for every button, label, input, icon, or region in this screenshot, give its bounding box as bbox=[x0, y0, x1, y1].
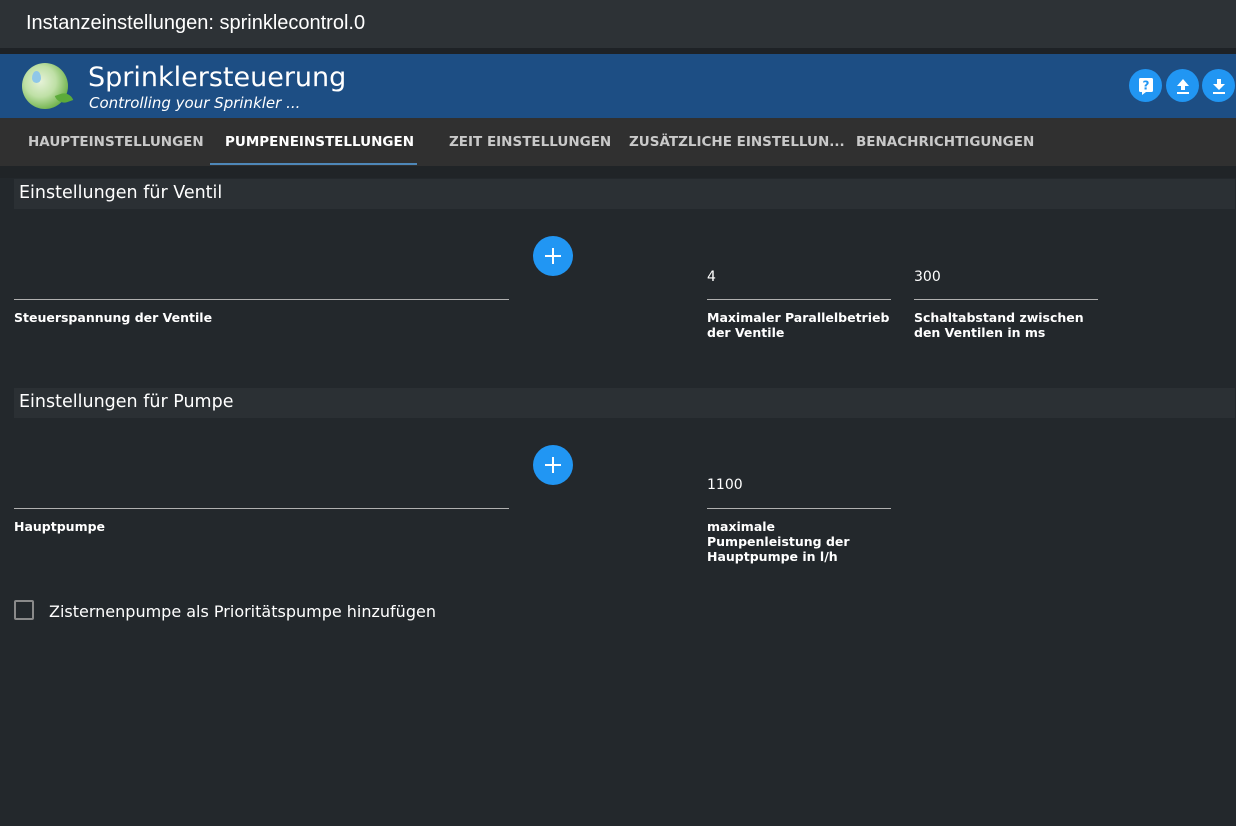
active-tab-indicator bbox=[210, 163, 417, 165]
tab-pumpeneinstellungen[interactable]: PUMPENEINSTELLUNGEN bbox=[225, 118, 414, 166]
main-pump-label: Hauptpumpe bbox=[14, 519, 106, 534]
section-title: Einstellungen für Pumpe bbox=[19, 392, 234, 412]
switch-interval-input[interactable]: 300 bbox=[914, 269, 941, 285]
add-control-voltage-button[interactable] bbox=[533, 236, 573, 276]
divider bbox=[0, 166, 1236, 178]
tab-zusaetzliche-einstellungen[interactable]: ZUSÄTZLICHE EINSTELLUN... bbox=[629, 118, 845, 166]
plus-icon bbox=[545, 248, 561, 264]
window-title-bar: Instanzeinstellungen: sprinklecontrol.0 bbox=[0, 0, 1236, 48]
tab-zeit-einstellungen[interactable]: ZEIT EINSTELLUNGEN bbox=[449, 118, 611, 166]
max-parallel-label: Maximaler Parallelbetrieb der Ventile bbox=[707, 310, 890, 340]
upload-icon bbox=[1176, 78, 1189, 94]
switch-interval-underline bbox=[914, 299, 1098, 300]
settings-tabs: HAUPTEINSTELLUNGEN PUMPENEINSTELLUNGEN Z… bbox=[0, 118, 1236, 166]
max-parallel-input[interactable]: 4 bbox=[707, 269, 716, 285]
main-pump-field[interactable] bbox=[14, 508, 509, 509]
download-button[interactable] bbox=[1202, 69, 1235, 102]
cistern-pump-label[interactable]: Zisternenpumpe als Prioritätspumpe hinzu… bbox=[49, 602, 436, 621]
pump-section-header: Einstellungen für Pumpe bbox=[14, 388, 1235, 418]
window-title: Instanzeinstellungen: sprinklecontrol.0 bbox=[26, 12, 366, 34]
sprinkler-logo-icon bbox=[22, 63, 74, 109]
plus-icon bbox=[545, 457, 561, 473]
tab-haupteinstellungen[interactable]: HAUPTEINSTELLUNGEN bbox=[28, 118, 204, 166]
adapter-subtitle: Controlling your Sprinkler ... bbox=[89, 94, 301, 112]
help-icon: ? bbox=[1138, 77, 1153, 95]
svg-text:?: ? bbox=[1142, 78, 1149, 92]
max-pump-output-underline bbox=[707, 508, 891, 509]
download-icon bbox=[1212, 78, 1225, 94]
upload-button[interactable] bbox=[1166, 69, 1199, 102]
help-button[interactable]: ? bbox=[1129, 69, 1162, 102]
switch-interval-label: Schaltabstand zwischen den Ventilen in m… bbox=[914, 310, 1084, 340]
tab-benachrichtigungen[interactable]: BENACHRICHTIGUNGEN bbox=[856, 118, 1034, 166]
add-main-pump-button[interactable] bbox=[533, 445, 573, 485]
max-pump-output-label: maximale Pumpenleistung der Hauptpumpe i… bbox=[707, 519, 850, 564]
max-parallel-underline bbox=[707, 299, 891, 300]
valve-section-header: Einstellungen für Ventil bbox=[14, 179, 1235, 209]
section-title: Einstellungen für Ventil bbox=[19, 183, 223, 203]
control-voltage-field[interactable] bbox=[14, 299, 509, 300]
max-pump-output-input[interactable]: 1100 bbox=[707, 477, 743, 493]
adapter-banner: Sprinklersteuerung Controlling your Spri… bbox=[0, 54, 1236, 118]
control-voltage-label: Steuerspannung der Ventile bbox=[14, 310, 213, 325]
cistern-pump-checkbox[interactable] bbox=[14, 600, 34, 620]
adapter-title: Sprinklersteuerung bbox=[88, 62, 347, 93]
